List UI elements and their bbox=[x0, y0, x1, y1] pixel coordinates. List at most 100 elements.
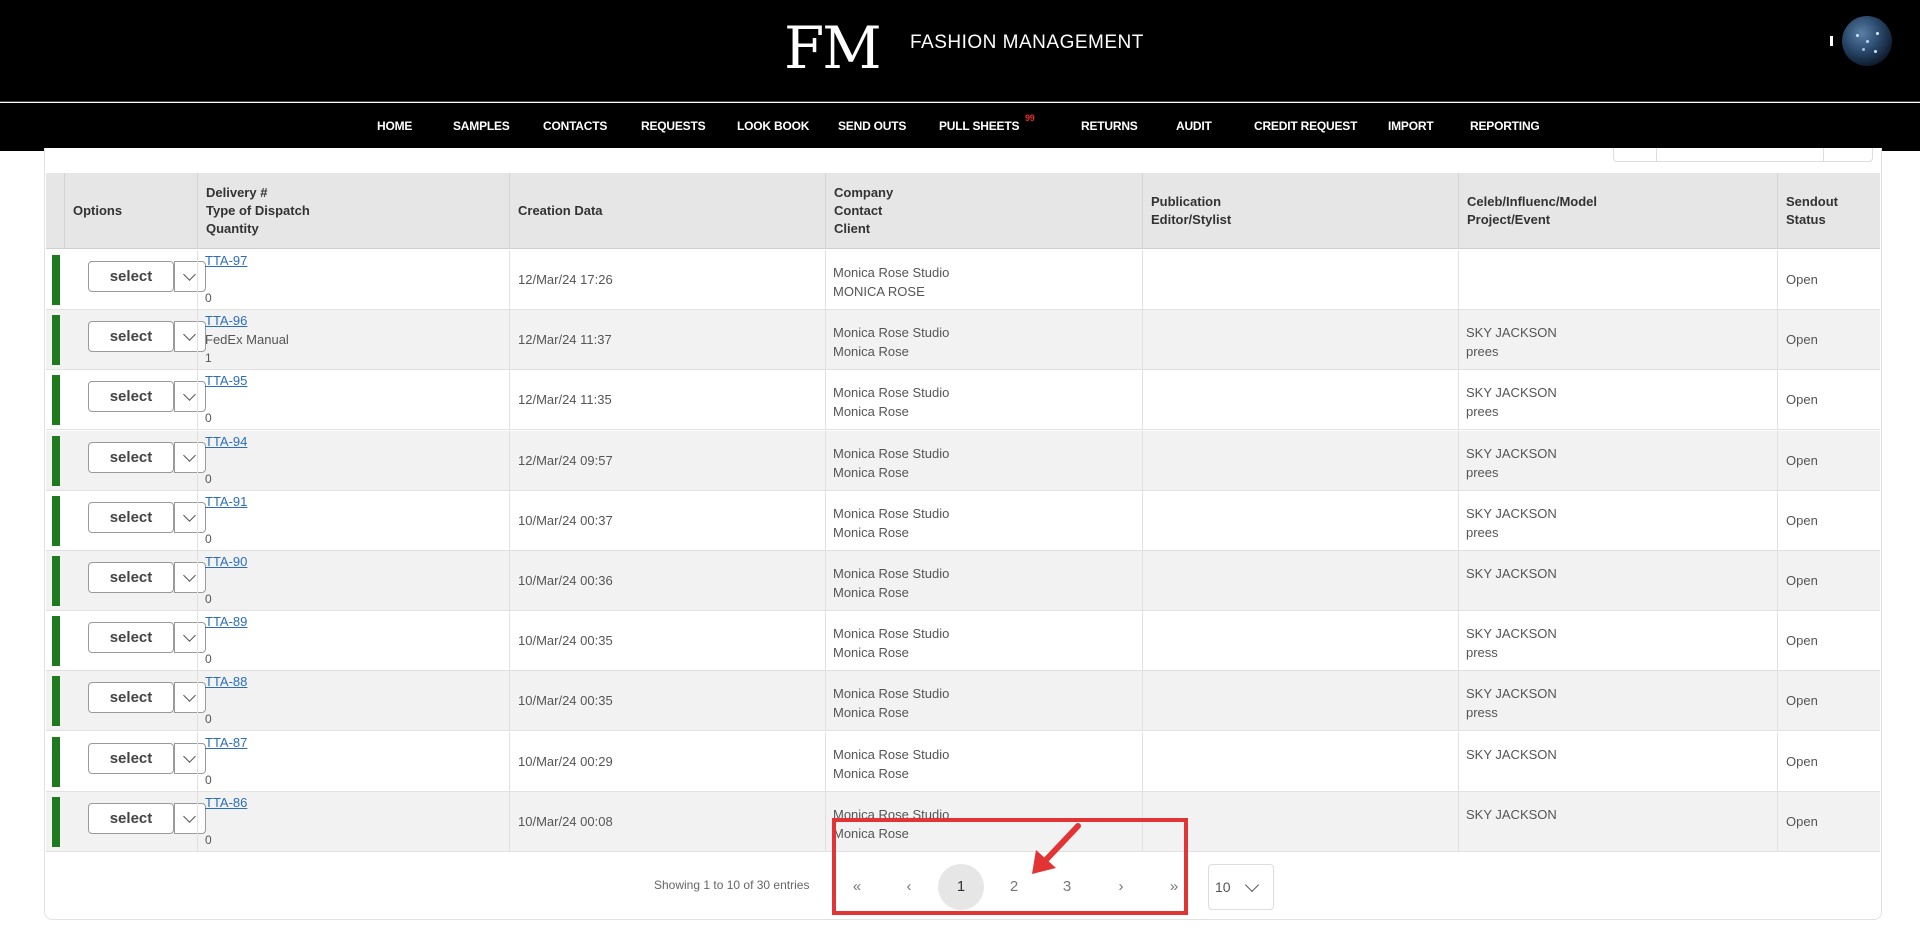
contact-name: Monica Rose bbox=[833, 645, 909, 661]
notification-indicator bbox=[1830, 36, 1833, 46]
avatar[interactable] bbox=[1842, 16, 1892, 66]
header-company-line2: Contact bbox=[834, 203, 883, 218]
row-status-bar bbox=[52, 796, 60, 847]
company-name: Monica Rose Studio bbox=[833, 265, 950, 280]
nav-look-book[interactable]: LOOK BOOK bbox=[737, 119, 809, 133]
top-filter-input[interactable] bbox=[1656, 148, 1824, 161]
quantity: 0 bbox=[205, 471, 212, 486]
delivery-link[interactable]: TTA-94 bbox=[205, 434, 247, 449]
celeb-cell: SKY JACKSON bbox=[1458, 791, 1777, 852]
delivery-cell: TTA-86 0 bbox=[197, 791, 509, 852]
pagination-info: Showing 1 to 10 of 30 entries bbox=[654, 878, 810, 892]
celeb-name: SKY JACKSON bbox=[1466, 445, 1557, 461]
celeb-project: SKY JACKSON prees bbox=[1466, 444, 1557, 482]
nav-import[interactable]: IMPORT bbox=[1388, 119, 1434, 133]
table-row: select TTA-96 FedEx Manual 1 12/Mar/24 1… bbox=[46, 310, 1880, 371]
header-options: Options bbox=[64, 173, 197, 249]
select-button[interactable]: select bbox=[88, 682, 174, 714]
sendout-status: Open bbox=[1786, 813, 1818, 829]
company-contact: Monica Rose Studio Monica Rose bbox=[833, 444, 949, 482]
delivery-link[interactable]: TTA-97 bbox=[205, 253, 247, 268]
publication-cell bbox=[1142, 310, 1458, 371]
options-cell: select bbox=[64, 250, 206, 310]
select-button[interactable]: select bbox=[88, 381, 174, 413]
select-button[interactable]: select bbox=[88, 501, 174, 533]
nav-audit[interactable]: AUDIT bbox=[1176, 119, 1212, 133]
quantity: 0 bbox=[205, 531, 212, 546]
nav-pull-sheets[interactable]: PULL SHEETS 99 bbox=[939, 113, 1035, 133]
company-cell: Monica Rose Studio MONICA ROSE bbox=[825, 250, 1142, 310]
celeb-name: SKY JACKSON bbox=[1466, 566, 1557, 581]
sendout-status: Open bbox=[1786, 512, 1818, 528]
delivery-link[interactable]: TTA-95 bbox=[205, 373, 247, 388]
project-name: press bbox=[1466, 705, 1498, 721]
delivery-link[interactable]: TTA-91 bbox=[205, 494, 247, 509]
header-creation-label: Creation Data bbox=[518, 203, 603, 218]
status-cell: Open bbox=[1777, 310, 1880, 371]
company-contact: Monica Rose Studio Monica Rose bbox=[833, 745, 949, 783]
sendout-status: Open bbox=[1786, 452, 1818, 468]
creation-date: 12/Mar/24 09:57 bbox=[518, 452, 613, 468]
delivery-link[interactable]: TTA-86 bbox=[205, 795, 247, 810]
select-button[interactable]: select bbox=[88, 441, 174, 473]
select-button[interactable]: select bbox=[88, 622, 174, 654]
nav-requests[interactable]: REQUESTS bbox=[641, 119, 706, 133]
project-name: prees bbox=[1466, 464, 1499, 480]
celeb-name: SKY JACKSON bbox=[1466, 686, 1557, 702]
project-name: prees bbox=[1466, 344, 1499, 360]
logo[interactable]: FM bbox=[784, 14, 882, 82]
contact-name: MONICA ROSE bbox=[833, 284, 925, 299]
delivery-link[interactable]: TTA-88 bbox=[205, 674, 247, 689]
delivery-link[interactable]: TTA-87 bbox=[205, 735, 247, 750]
select-button[interactable]: select bbox=[88, 802, 174, 834]
table-row: select TTA-95 0 12/Mar/24 11:35 Monica R… bbox=[46, 370, 1880, 431]
table-row: select TTA-90 0 10/Mar/24 00:36 Monica R… bbox=[46, 551, 1880, 611]
page-size-select[interactable]: 10 bbox=[1208, 864, 1274, 910]
celeb-name: SKY JACKSON bbox=[1466, 806, 1557, 822]
creation-cell: 10/Mar/24 00:08 bbox=[509, 791, 825, 852]
project-name: press bbox=[1466, 645, 1498, 661]
delivery-link[interactable]: TTA-89 bbox=[205, 614, 247, 629]
company-cell: Monica Rose Studio Monica Rose bbox=[825, 370, 1142, 431]
delivery-link[interactable]: TTA-96 bbox=[205, 313, 247, 328]
select-button[interactable]: select bbox=[88, 742, 174, 774]
select-button[interactable]: select bbox=[88, 261, 174, 292]
creation-cell: 12/Mar/24 09:57 bbox=[509, 430, 825, 491]
nav-home[interactable]: HOME bbox=[377, 119, 412, 133]
nav-samples[interactable]: SAMPLES bbox=[453, 119, 510, 133]
quantity: 0 bbox=[205, 411, 212, 426]
nav-reporting[interactable]: REPORTING bbox=[1470, 119, 1540, 133]
delivery-link[interactable]: TTA-90 bbox=[205, 554, 247, 569]
row-status-bar bbox=[52, 375, 60, 426]
table-row: select TTA-89 0 10/Mar/24 00:35 Monica R… bbox=[46, 611, 1880, 672]
project-name: prees bbox=[1466, 524, 1499, 540]
nav-send-outs[interactable]: SEND OUTS bbox=[838, 119, 906, 133]
status-cell: Open bbox=[1777, 611, 1880, 672]
company-cell: Monica Rose Studio Monica Rose bbox=[825, 430, 1142, 491]
nav-contacts[interactable]: CONTACTS bbox=[543, 119, 607, 133]
row-status-bar bbox=[52, 736, 60, 787]
top-filter-control[interactable] bbox=[1613, 148, 1873, 162]
celeb-name: SKY JACKSON bbox=[1466, 325, 1557, 341]
creation-date: 10/Mar/24 00:37 bbox=[518, 512, 613, 528]
options-cell: select bbox=[64, 611, 206, 671]
contact-name: Monica Rose bbox=[833, 344, 909, 360]
header-company-line3: Client bbox=[834, 221, 871, 236]
select-button[interactable]: select bbox=[88, 321, 174, 353]
contact-name: Monica Rose bbox=[833, 524, 909, 540]
nav-returns[interactable]: RETURNS bbox=[1081, 119, 1138, 133]
company-cell: Monica Rose Studio Monica Rose bbox=[825, 611, 1142, 672]
header-publication: Publication Editor/Stylist bbox=[1142, 173, 1458, 249]
company-cell: Monica Rose Studio Monica Rose bbox=[825, 671, 1142, 732]
select-button[interactable]: select bbox=[88, 562, 174, 593]
sendout-status: Open bbox=[1786, 753, 1818, 769]
nav-credit-request[interactable]: CREDIT REQUEST bbox=[1254, 119, 1357, 133]
creation-date: 10/Mar/24 00:29 bbox=[518, 753, 613, 769]
contact-name: Monica Rose bbox=[833, 464, 909, 480]
table-row: select TTA-87 0 10/Mar/24 00:29 Monica R… bbox=[46, 731, 1880, 792]
row-status-bar bbox=[52, 616, 60, 667]
row-status-bar bbox=[52, 556, 60, 606]
celeb-project: SKY JACKSON bbox=[1466, 805, 1557, 824]
celeb-cell: SKY JACKSON prees bbox=[1458, 370, 1777, 431]
dispatch-type: FedEx Manual bbox=[205, 332, 289, 348]
